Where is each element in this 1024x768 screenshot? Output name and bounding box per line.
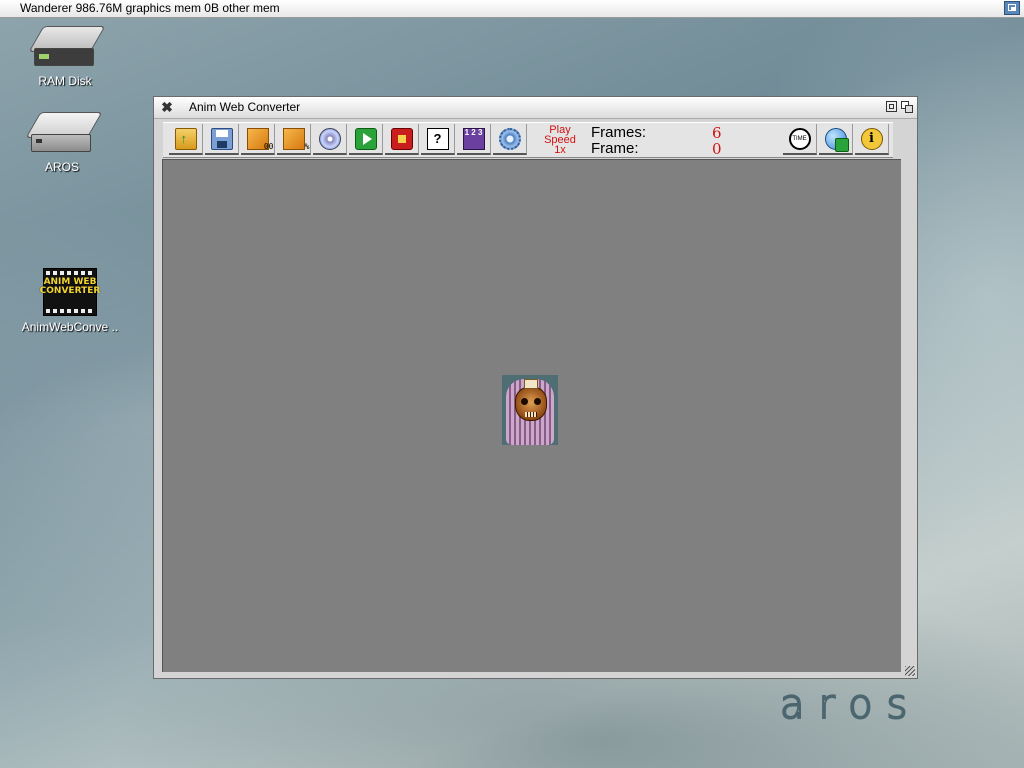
resize-handle-icon[interactable] — [905, 666, 915, 676]
settings-button[interactable] — [493, 124, 527, 155]
image-numbered-icon: 00 — [246, 127, 274, 151]
cd-icon — [318, 127, 341, 150]
toolbar: 00 % ? 1 2 3 Play Speed 1x Frames: 6 — [163, 122, 893, 158]
anim-web-converter-icon: ANIM WEB CONVERTER — [40, 268, 100, 316]
web-play-button[interactable] — [819, 124, 853, 155]
floppy-disk-icon — [210, 127, 233, 150]
open-folder-icon — [174, 127, 197, 150]
desktop-icon-ram-disk[interactable]: RAM Disk — [20, 22, 110, 88]
desktop-icon-animwebconverter[interactable]: ANIM WEB CONVERTER AnimWebConve .. — [18, 268, 122, 334]
info-button[interactable]: i — [855, 124, 889, 155]
desktop-icon-aros[interactable]: AROS — [20, 108, 104, 174]
close-icon[interactable]: ✖ — [160, 99, 174, 115]
ram-disk-icon — [28, 22, 106, 70]
help-button[interactable]: ? — [421, 124, 455, 155]
play-speed-control[interactable]: Play Speed 1x — [536, 123, 584, 157]
frames-label: Frames: — [591, 124, 647, 141]
desktop-icon-label: AROS — [44, 160, 79, 174]
anim-logo-text: ANIM WEB CONVERTER — [39, 277, 101, 296]
info-icon: i — [860, 127, 883, 150]
depth-icon[interactable] — [901, 101, 913, 113]
frames-value: 6 — [712, 124, 722, 142]
animation-frame-preview — [502, 375, 558, 445]
load-button[interactable] — [169, 124, 203, 155]
frame-percent-button[interactable]: % — [277, 124, 311, 155]
aros-logo: aros — [780, 694, 922, 720]
anim-web-converter-window[interactable]: ✖ Anim Web Converter 00 % ? 1 2 3 — [153, 96, 918, 679]
window-title-bar[interactable]: ✖ Anim Web Converter — [154, 97, 917, 119]
stop-button[interactable] — [385, 124, 419, 155]
desktop-icon-label: RAM Disk — [38, 74, 92, 88]
stop-icon — [390, 127, 413, 150]
disc-button[interactable] — [313, 124, 347, 155]
timing-button[interactable]: TIME — [783, 124, 817, 155]
play-icon — [354, 127, 377, 150]
frame-value: 0 — [712, 140, 722, 158]
animation-canvas[interactable] — [162, 159, 901, 672]
globe-play-icon — [824, 127, 849, 152]
window-title: Anim Web Converter — [189, 100, 301, 114]
hard-drive-icon — [25, 108, 103, 156]
screen-menu-bar[interactable]: Wanderer 986.76M graphics mem 0B other m… — [0, 0, 1024, 18]
play-speed-value: 1x — [554, 144, 566, 156]
frame-label: Frame: — [591, 140, 639, 157]
gear-icon — [498, 127, 521, 150]
play-button[interactable] — [349, 124, 383, 155]
help-icon: ? — [426, 127, 449, 150]
screen-depth-icon[interactable] — [1004, 1, 1020, 15]
frame-sequence-icon: 1 2 3 — [462, 127, 485, 150]
frame-number-button[interactable]: 00 — [241, 124, 275, 155]
save-button[interactable] — [205, 124, 239, 155]
desktop-icon-label: AnimWebConve .. — [21, 320, 119, 334]
skull-sprite — [515, 387, 547, 421]
crown-ornament — [524, 379, 538, 389]
clock-icon: TIME — [788, 127, 811, 150]
frame-counters: Frames: 6 Frame: 0 — [591, 124, 731, 158]
frames-button[interactable]: 1 2 3 — [457, 124, 491, 155]
screen-title: Wanderer 986.76M graphics mem 0B other m… — [20, 1, 280, 15]
zoom-icon[interactable] — [886, 101, 897, 112]
image-percent-icon: % — [282, 127, 310, 151]
